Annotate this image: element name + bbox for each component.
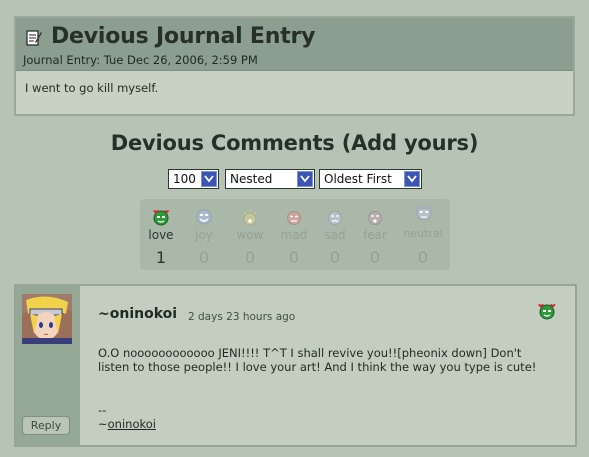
comment-card: Reply ~oninokoi 2 days 23 hours ago O.O … [14, 284, 577, 447]
mood-label: love [148, 228, 174, 242]
mood-label: wow [236, 228, 264, 242]
mood-label: fear [363, 228, 387, 242]
mood-panel: love 1 joy 0 wow 0 mad 0 sad 0 fear 0 ne… [140, 199, 450, 270]
comment-username[interactable]: ~oninokoi [98, 306, 177, 322]
mood-label: mad [280, 228, 308, 242]
mood-label: sad [324, 228, 346, 242]
mood-count: 0 [244, 248, 256, 267]
journal-panel: Devious Journal Entry Journal Entry: Tue… [14, 16, 575, 116]
mood-count: 0 [417, 248, 429, 267]
journal-date: Journal Entry: Tue Dec 26, 2006, 2:59 PM [23, 53, 258, 67]
mood-count: 0 [198, 248, 210, 267]
chevron-down-icon[interactable] [297, 171, 313, 187]
wow-icon [240, 207, 260, 227]
mad-icon [284, 207, 304, 227]
comment-count-select[interactable]: 100 [168, 169, 219, 189]
sort-order-select[interactable]: Oldest First [319, 169, 422, 189]
mood-count: 0 [369, 248, 381, 267]
comment-count-value: 100 [173, 172, 196, 186]
signature-link[interactable]: oninokoi [108, 417, 156, 431]
journal-body: I went to go kill myself. [25, 81, 159, 95]
journal-icon [26, 29, 42, 47]
journal-header: Devious Journal Entry Journal Entry: Tue… [16, 18, 573, 71]
journal-title: Devious Journal Entry [51, 24, 316, 49]
chevron-down-icon[interactable] [201, 171, 217, 187]
chevron-down-icon[interactable] [404, 171, 420, 187]
joy-icon [194, 207, 214, 227]
signature-separator: -- [98, 403, 107, 417]
avatar[interactable] [22, 294, 72, 344]
comments-title: Devious Comments (Add yours) [110, 131, 479, 155]
mood-count: 0 [288, 248, 300, 267]
love-icon [536, 300, 558, 322]
signature-prefix: ~ [98, 417, 108, 431]
mood-label: neutral [403, 227, 443, 240]
love-icon [151, 207, 171, 227]
comment-text: O.O noooooooooooo JENI!!!! T^T I shall r… [98, 346, 553, 374]
view-mode-value: Nested [230, 172, 273, 186]
comment-sidebar: Reply [16, 286, 80, 445]
view-mode-select[interactable]: Nested [225, 169, 315, 189]
mood-count: 0 [329, 248, 341, 267]
mood-label: joy [195, 228, 213, 242]
sad-icon [325, 207, 345, 227]
signature: ~oninokoi [98, 417, 156, 431]
comment-body: O.O noooooooooooo JENI!!!! T^T I shall r… [98, 346, 537, 374]
neutral-icon [413, 201, 433, 221]
fear-icon [365, 207, 385, 227]
comment-timestamp: 2 days 23 hours ago [188, 311, 296, 323]
mood-count: 1 [155, 248, 167, 267]
reply-button[interactable]: Reply [22, 416, 70, 435]
sort-order-value: Oldest First [324, 172, 392, 186]
